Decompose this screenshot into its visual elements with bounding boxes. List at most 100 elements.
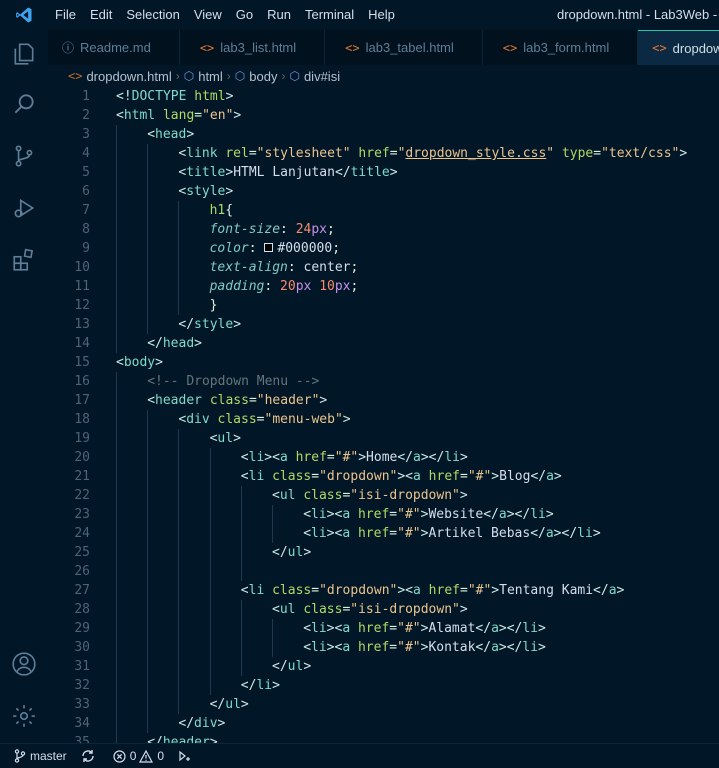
line-number: 23: [74, 507, 90, 522]
code-token: href: [358, 146, 390, 161]
indent-guide: [147, 524, 149, 543]
accounts-icon[interactable]: [0, 640, 48, 688]
indent-guide: [116, 505, 117, 524]
indent-guide: [209, 486, 211, 505]
line-number: 14: [74, 336, 90, 351]
indent-guide: [116, 391, 117, 410]
code-token: div: [194, 716, 218, 731]
indent-guide: [209, 619, 211, 638]
code-token: ul: [225, 697, 241, 712]
tab-dropdown-htm[interactable]: <> dropdown.htm: [638, 30, 719, 65]
code-token: a: [342, 640, 351, 655]
code-token: ></: [506, 507, 531, 522]
indent-guide: [240, 486, 242, 505]
code-token: a: [279, 450, 288, 465]
indent-guide: [116, 315, 117, 334]
code-token: >: [303, 545, 312, 560]
code-token: </: [240, 678, 257, 693]
indent-guide: [147, 562, 149, 581]
breadcrumb-file[interactable]: <> dropdown.html: [68, 69, 172, 84]
code-line: 25 </ul>: [48, 543, 719, 562]
code-text: <li><a href="#">Alamat</a></li>: [303, 619, 546, 638]
code-token: ul: [217, 431, 234, 446]
indent-guide: [178, 543, 180, 562]
tab-lab3-tabel-html[interactable]: <> lab3_tabel.html: [325, 30, 483, 65]
code-token: >: [459, 602, 468, 617]
breadcrumb-body[interactable]: ⬡ body: [235, 69, 278, 84]
explorer-icon[interactable]: [0, 30, 48, 78]
indent-guide: [116, 372, 117, 391]
code-text: <html lang="en">: [116, 106, 241, 125]
code-token: "#": [397, 507, 421, 522]
code-token: <: [147, 393, 156, 408]
code-token: </: [272, 545, 288, 560]
code-token: >: [389, 165, 398, 180]
menu-selection[interactable]: Selection: [119, 0, 186, 30]
menu-terminal[interactable]: Terminal: [298, 0, 361, 30]
code-token: =: [593, 146, 602, 161]
code-token: =: [389, 146, 398, 161]
search-icon[interactable]: [0, 80, 48, 128]
code-token: HTML Lanjutan: [233, 165, 335, 180]
code-editor[interactable]: 1 <!DOCTYPE html> 2 <html lang="en"> 3 <head>…: [48, 87, 719, 743]
code-text: <!DOCTYPE html>: [116, 87, 233, 106]
line-number: 27: [74, 583, 90, 598]
sync-button[interactable]: [81, 749, 99, 763]
code-token: >: [342, 412, 351, 427]
code-token: header: [162, 735, 210, 743]
code-token: "isi-dropdown": [350, 488, 460, 503]
menu-go[interactable]: Go: [229, 0, 260, 30]
code-line: 7 h1{: [48, 201, 719, 220]
html-file-icon: <>: [199, 40, 215, 55]
code-token: >: [459, 450, 468, 465]
tab-readme-md[interactable]: ⓘ Readme.md: [48, 30, 180, 65]
tab-lab3-form-html[interactable]: <> lab3_form.html: [483, 30, 639, 65]
code-line: 14 </head>: [48, 334, 719, 353]
menu-run[interactable]: Run: [260, 0, 298, 30]
code-token: ul: [279, 602, 296, 617]
code-token: body: [123, 355, 156, 370]
menu-help[interactable]: Help: [361, 0, 402, 30]
code-token: "dropdown": [319, 469, 398, 484]
menu-edit[interactable]: Edit: [83, 0, 119, 30]
code-line: 21 <li class="dropdown"><a href="#">Blog<…: [48, 467, 719, 486]
code-text: padding: 20px 10px;: [210, 277, 359, 296]
breadcrumb-div-isi[interactable]: ⬡ div#isi: [289, 69, 340, 84]
branch-indicator[interactable]: master: [14, 749, 67, 763]
code-token: >: [155, 355, 163, 370]
code-text: <ul class="isi-dropdown">: [272, 486, 468, 505]
vscode-logo-icon: [0, 0, 48, 30]
breadcrumb-html[interactable]: ⬡ html: [184, 69, 223, 84]
code-token: head: [155, 127, 187, 142]
extensions-icon[interactable]: [0, 236, 48, 284]
code-line: 13 </style>: [48, 315, 719, 334]
menu-view[interactable]: View: [187, 0, 229, 30]
code-text: </div>: [178, 714, 225, 733]
settings-gear-icon[interactable]: [0, 692, 48, 740]
warning-icon: [139, 749, 154, 763]
source-control-icon[interactable]: [0, 132, 48, 180]
problems-indicator[interactable]: 0 0: [113, 749, 164, 763]
menu-file[interactable]: File: [48, 0, 83, 30]
indent-guide: [147, 201, 149, 220]
indent-guide: [178, 676, 180, 695]
run-debug-icon[interactable]: [0, 184, 48, 232]
html-file-icon: <>: [502, 40, 518, 55]
code-text: <li class="dropdown"><a href="#">Blog</a…: [241, 467, 562, 486]
tab-lab3-list-html[interactable]: <> lab3_list.html: [180, 30, 326, 65]
code-text: </ul>: [272, 657, 311, 676]
code-text: </head>: [147, 334, 202, 353]
code-token: <!-- Dropdown Menu -->: [147, 374, 320, 389]
color-swatch[interactable]: [264, 243, 274, 252]
tab-label: lab3_tabel.html: [365, 40, 454, 55]
line-number: 24: [74, 526, 90, 541]
indent-guide: [116, 334, 117, 353]
live-share-button[interactable]: [178, 749, 196, 763]
code-token: <: [116, 108, 124, 123]
indent-guide: [240, 505, 242, 524]
chevron-right-icon: ›: [175, 69, 180, 83]
code-token: "en": [202, 108, 234, 123]
indent-guide: [147, 315, 149, 334]
code-token: Website: [428, 507, 484, 522]
